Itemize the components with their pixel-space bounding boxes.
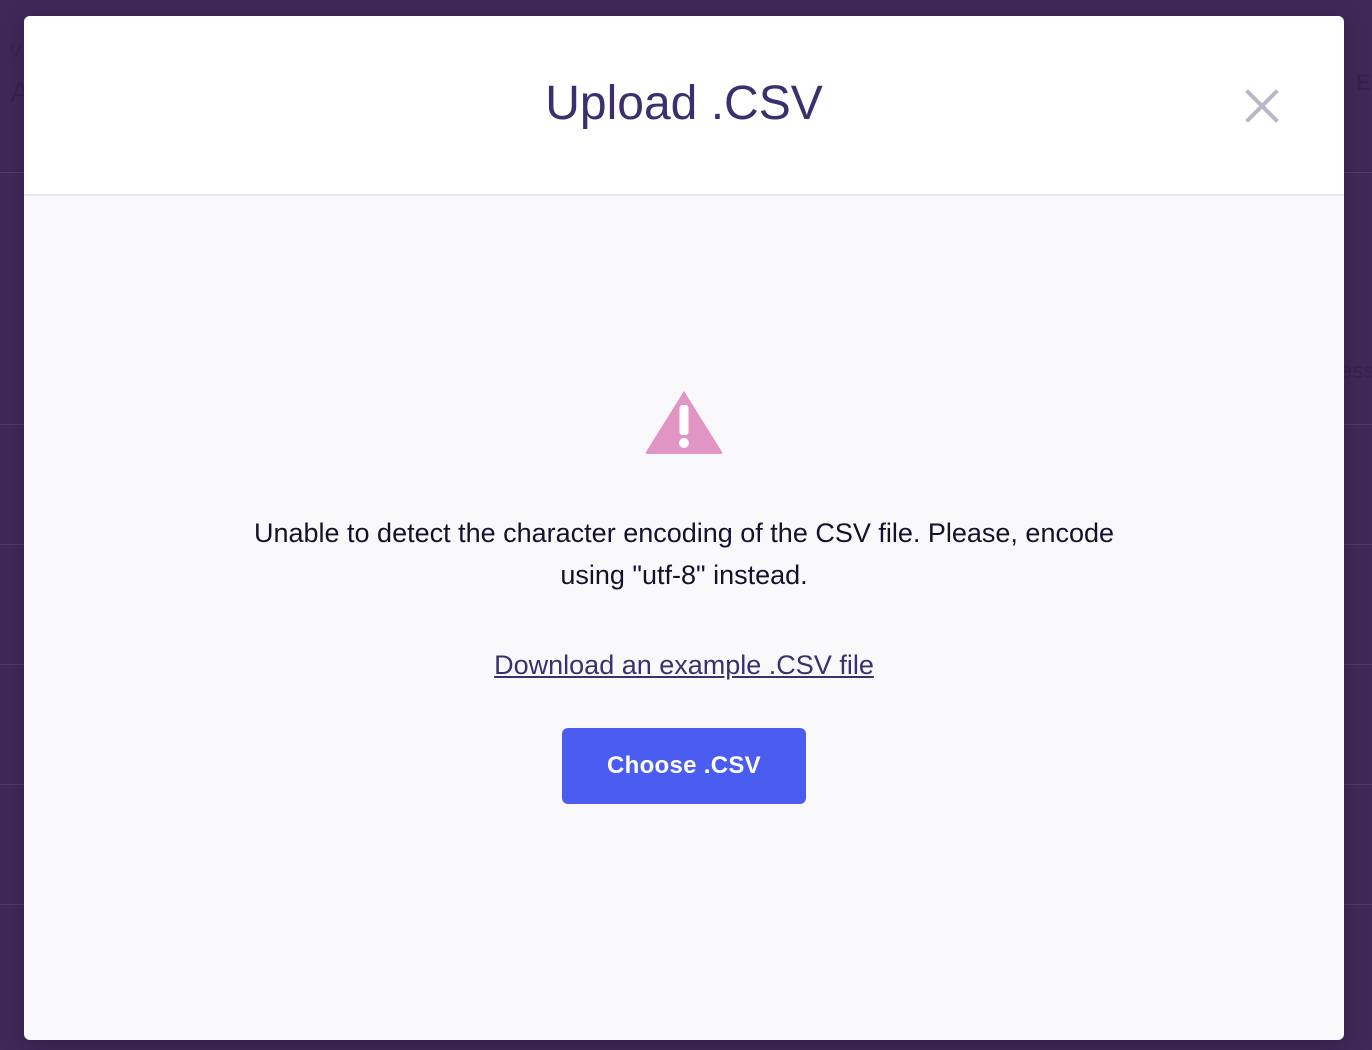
dialog-body: Unable to detect the character encoding … — [24, 196, 1344, 1040]
choose-csv-button[interactable]: Choose .CSV — [562, 728, 806, 804]
background-divider — [0, 424, 24, 425]
background-divider — [0, 904, 24, 905]
background-divider — [0, 172, 24, 173]
close-button[interactable] — [1240, 84, 1284, 128]
background-divider — [1344, 424, 1372, 425]
close-icon — [1245, 89, 1279, 123]
dialog-title: Upload .CSV — [545, 77, 823, 130]
background-divider — [0, 784, 24, 785]
background-divider — [1344, 784, 1372, 785]
download-link-container: Download an example .CSV file — [24, 644, 1344, 686]
download-example-link[interactable]: Download an example .CSV file — [494, 650, 874, 680]
background-divider — [1344, 172, 1372, 173]
upload-csv-dialog: Upload .CSV Unable to detect the charact… — [24, 16, 1344, 1040]
background-divider — [0, 544, 24, 545]
background-divider — [0, 664, 24, 665]
warning-triangle-icon — [645, 391, 723, 454]
background-divider — [1344, 664, 1372, 665]
background-divider — [1344, 544, 1372, 545]
error-message: Unable to detect the character encoding … — [253, 518, 1115, 590]
background-divider — [1344, 904, 1372, 905]
dialog-header: Upload .CSV — [24, 16, 1344, 196]
